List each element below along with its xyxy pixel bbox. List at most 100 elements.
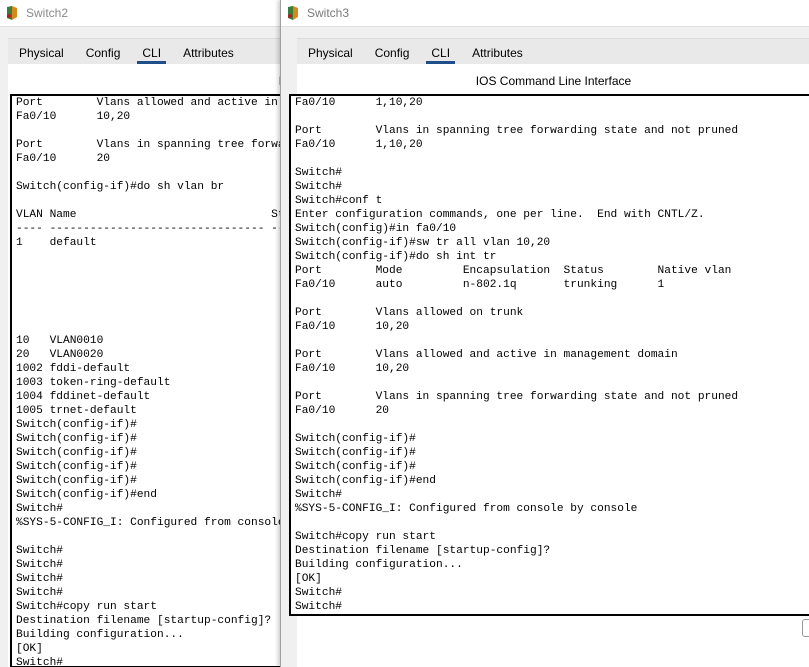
console-line: 1003 token-ring-default: [16, 377, 171, 389]
switch3-window: Switch3 Physical Config CLI Attributes I…: [280, 0, 809, 667]
switch3-console[interactable]: Fa0/10 1,10,20 Port Vlans in spanning tre…: [289, 94, 809, 616]
switch2-titlebar[interactable]: Switch2: [0, 0, 285, 27]
tab-physical[interactable]: Physical: [8, 41, 75, 65]
console-line: %SYS-5-CONFIG_I: Configured from console…: [295, 503, 638, 515]
panel-title: I: [8, 64, 285, 94]
console-line: Switch(config-if)#: [16, 447, 137, 459]
console-line: Fa0/10 1,10,20: [295, 139, 423, 151]
console-line: Port Vlans in spanning tree forwarding s…: [295, 391, 739, 403]
tab-physical[interactable]: Physical: [297, 41, 364, 65]
console-line: Switch#: [16, 559, 63, 571]
switch2-window: Switch2 Physical Config CLI Attributes I…: [0, 0, 285, 667]
console-line: Fa0/10 auto n-802.1q trunking 1: [295, 279, 665, 291]
window-title: Switch2: [26, 6, 69, 20]
console-line: 20 VLAN0020: [16, 349, 104, 361]
console-line: Switch(config-if)#: [295, 433, 416, 445]
tab-attributes[interactable]: Attributes: [461, 41, 534, 65]
console-line: Switch#: [16, 503, 63, 515]
console-line: Switch(config)#in fa0/10: [295, 223, 457, 235]
console-line: Switch#: [16, 545, 63, 557]
console-line: Fa0/10 10,20: [295, 363, 410, 375]
console-line: Switch#: [295, 167, 342, 179]
console-line: Port Vlans allowed and active in managem…: [16, 97, 285, 109]
console-line: 1005 trnet-default: [16, 405, 137, 417]
console-line: Switch#: [16, 573, 63, 585]
console-line: Switch#copy run start: [16, 601, 157, 613]
console-line: Switch(config-if)#: [295, 461, 416, 473]
console-line: Switch#: [16, 587, 63, 599]
console-line: Switch#: [295, 601, 342, 613]
console-line: Port Vlans allowed and active in managem…: [295, 349, 678, 361]
console-line: Fa0/10 10,20: [16, 111, 131, 123]
console-line: Switch#conf t: [295, 195, 383, 207]
console-line: Enter configuration commands, one per li…: [295, 209, 705, 221]
packet-tracer-app-icon: [285, 5, 301, 21]
console-line: 1 default: [16, 237, 97, 249]
console-line: Fa0/10 20: [295, 405, 389, 417]
console-line: 1004 fddinet-default: [16, 391, 151, 403]
tab-cli[interactable]: CLI: [131, 41, 172, 65]
console-line: Switch#: [16, 657, 63, 667]
console-line: VLAN Name Status Ports: [16, 209, 285, 221]
switch2-tabbar: Physical Config CLI Attributes: [8, 38, 285, 65]
console-line: ---- -------------------------------- --…: [16, 223, 285, 235]
console-line: Switch(config-if)#do sh vlan br: [16, 181, 225, 193]
console-line: Switch(config-if)#sw tr all vlan 10,20: [295, 237, 551, 249]
console-line: Switch#: [295, 181, 342, 193]
console-line: Destination filename [startup-config]?: [295, 545, 551, 557]
switch3-tabbar: Physical Config CLI Attributes: [297, 38, 809, 65]
panel-title: IOS Command Line Interface: [475, 74, 632, 88]
packet-tracer-app-icon: [4, 5, 20, 21]
console-line: Fa0/10 1,10,20: [295, 97, 423, 109]
console-line: Port Mode Encapsulation Status Native vl…: [295, 265, 732, 277]
console-line: Port Vlans allowed on trunk: [295, 307, 524, 319]
tab-cli[interactable]: CLI: [420, 41, 461, 65]
console-line: Switch(config-if)#: [16, 475, 137, 487]
console-line: Switch(config-if)#end: [295, 475, 436, 487]
switch2-console[interactable]: Port Vlans allowed and active in managem…: [10, 94, 285, 667]
console-line: Fa0/10 20: [16, 153, 110, 165]
console-line: Destination filename [startup-config]?: [16, 615, 272, 627]
window-title: Switch3: [307, 6, 350, 20]
tab-config[interactable]: Config: [75, 41, 132, 65]
console-line: Switch(config-if)#: [16, 461, 137, 473]
console-line: Building configuration...: [295, 559, 463, 571]
console-line: Port Vlans in spanning tree forwarding s…: [16, 139, 285, 151]
console-line: Switch(config-if)#do sh int tr: [295, 251, 497, 263]
console-line: Switch(config-if)#: [295, 447, 416, 459]
console-line: Switch(config-if)#end: [16, 489, 157, 501]
console-line: 1002 fddi-default: [16, 363, 131, 375]
console-line: Switch#copy run start: [295, 531, 436, 543]
console-line: Switch#: [295, 587, 342, 599]
console-line: Building configuration...: [16, 629, 184, 641]
console-line: [OK]: [16, 643, 43, 655]
tab-config[interactable]: Config: [364, 41, 421, 65]
console-line: %SYS-5-CONFIG_I: Configured from console…: [16, 517, 285, 529]
console-line: Switch(config-if)#: [16, 419, 137, 431]
tab-attributes[interactable]: Attributes: [172, 41, 245, 65]
scroll-handle[interactable]: [802, 619, 809, 637]
console-line: [OK]: [295, 573, 322, 585]
console-line: 10 VLAN0010: [16, 335, 104, 347]
console-line: Switch(config-if)#: [16, 433, 137, 445]
console-line: Switch#: [295, 489, 342, 501]
console-line: Fa0/10 10,20: [295, 321, 410, 333]
switch3-titlebar[interactable]: Switch3: [281, 0, 809, 27]
